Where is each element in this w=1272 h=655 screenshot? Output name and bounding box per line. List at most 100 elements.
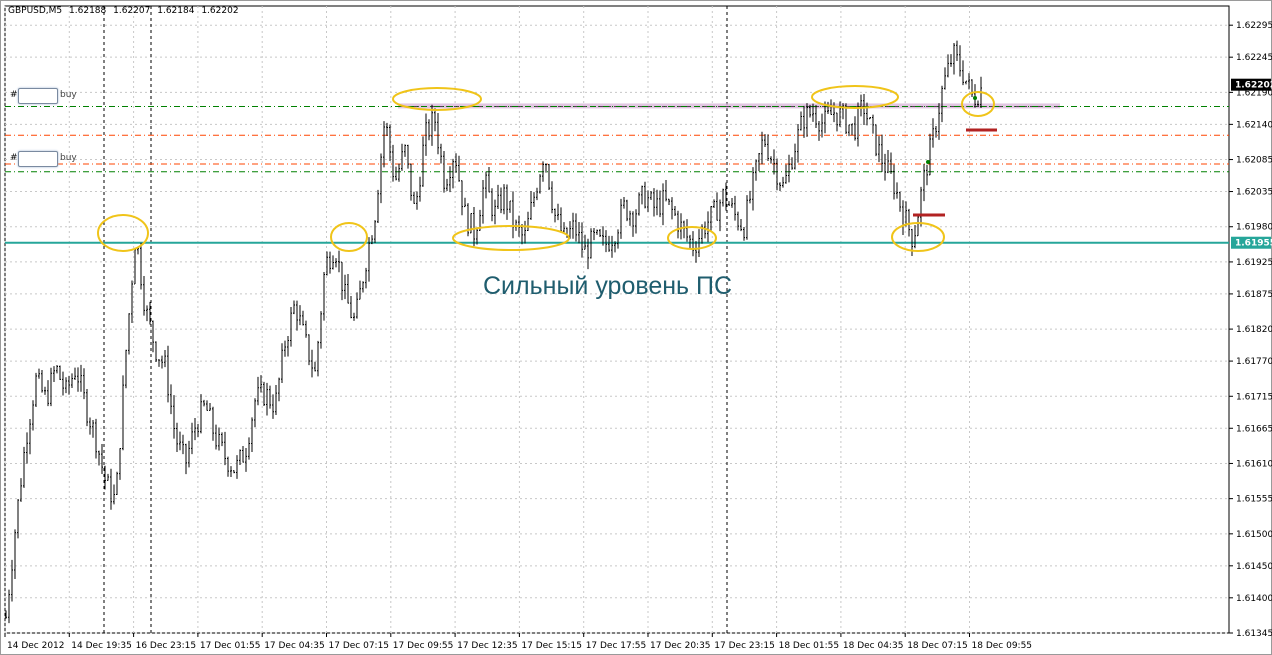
price-bar [617, 229, 619, 249]
price-bar [461, 180, 463, 216]
y-tick-label: 1.61500 [1236, 530, 1272, 540]
price-bar [392, 144, 394, 182]
entry-arrow-icon [926, 160, 930, 164]
price-bar [407, 144, 409, 169]
price-bar [644, 181, 646, 209]
price-bar [677, 210, 679, 239]
trade-box[interactable] [18, 151, 58, 167]
y-tick-label: 1.61665 [1236, 424, 1272, 434]
price-bar [437, 113, 439, 155]
price-bar [332, 255, 334, 270]
chart-title: GBPUSD,M5 1.62188 1.62207 1.62184 1.6220… [8, 6, 243, 16]
x-tick-label: 17 Dec 01:55 [200, 641, 261, 651]
price-bar [962, 60, 964, 86]
price-bar [482, 180, 484, 224]
ohlc-open: 1.62188 [69, 6, 107, 16]
price-chart[interactable]: 1.622951.622451.621901.621401.620851.620… [0, 0, 1272, 655]
price-bar [221, 432, 223, 447]
y-tick-label: 1.61875 [1236, 290, 1272, 300]
entry-arrow-icon [973, 96, 977, 100]
period-separators [103, 6, 728, 633]
price-bar [293, 300, 295, 315]
price-bar [227, 456, 229, 477]
x-tick-label: 17 Dec 09:55 [393, 641, 454, 651]
price-bar [707, 211, 709, 243]
price-bar [668, 198, 670, 206]
price-bar [365, 267, 367, 289]
price-bar [80, 364, 82, 392]
price-bar [653, 188, 655, 217]
x-tick-label: 14 Dec 2012 [7, 641, 65, 651]
price-bar [782, 176, 784, 188]
price-bar [302, 310, 304, 326]
price-bar [65, 377, 67, 394]
price-bar [956, 40, 958, 61]
trade-box[interactable] [18, 88, 58, 104]
price-bar [83, 368, 85, 400]
price-bar [350, 296, 352, 319]
price-bar [101, 444, 103, 474]
x-tick-label: 17 Dec 20:35 [650, 641, 711, 651]
price-bar [236, 455, 238, 479]
price-bar [554, 208, 556, 223]
price-bar [200, 394, 202, 434]
price-bar [347, 274, 349, 304]
price-bar [56, 364, 58, 374]
support-price-label: 1.61955 [1235, 239, 1272, 249]
price-bar [290, 307, 292, 347]
y-tick-label: 1.61345 [1236, 629, 1272, 639]
price-bar [452, 158, 454, 189]
price-bar [167, 345, 169, 403]
price-bar [473, 206, 475, 247]
trade-hash: # [10, 153, 18, 163]
price-bar [155, 341, 157, 362]
price-bar [488, 167, 490, 193]
price-bar [638, 192, 640, 216]
price-bar [179, 431, 181, 451]
price-bar [53, 366, 55, 382]
price-bar [185, 443, 187, 475]
price-bar [527, 211, 529, 231]
price-bar [245, 448, 247, 472]
price-bar [110, 468, 112, 510]
ohlc-high: 1.62207 [113, 6, 151, 16]
ohlc-close: 1.62202 [201, 6, 239, 16]
price-bar [308, 334, 310, 366]
y-tick-label: 1.61980 [1236, 223, 1272, 233]
price-bar [539, 174, 541, 194]
price-bar [890, 152, 892, 174]
price-bar [887, 150, 889, 174]
price-bar [203, 399, 205, 407]
price-bar [257, 376, 259, 406]
price-bar [776, 158, 778, 191]
price-axis: 1.622951.622451.621901.621401.620851.620… [1229, 21, 1272, 639]
x-tick-label: 17 Dec 12:35 [457, 641, 518, 651]
price-bar [146, 305, 148, 322]
x-tick-label: 17 Dec 23:15 [714, 641, 775, 651]
x-tick-label: 18 Dec 09:55 [972, 641, 1033, 651]
price-bar [545, 163, 547, 173]
price-bar [764, 134, 766, 147]
price-bar [248, 437, 250, 460]
price-bar [89, 417, 91, 435]
price-bar [212, 406, 214, 441]
price-bar [368, 237, 370, 282]
chart-highlights [97, 85, 997, 252]
price-bar [596, 229, 598, 235]
price-bar [752, 167, 754, 211]
price-bar [611, 235, 613, 258]
price-bar [728, 201, 730, 206]
current-price-label: 1.62202 [1235, 81, 1272, 91]
price-bar [557, 203, 559, 221]
price-bar [107, 473, 109, 481]
price-bar [218, 427, 220, 451]
price-bar [164, 350, 166, 368]
price-bar [275, 384, 277, 415]
price-bar [395, 166, 397, 181]
price-bar [17, 499, 19, 539]
price-bar [872, 114, 874, 134]
price-bar [524, 220, 526, 244]
price-bar [620, 198, 622, 239]
price-bar [224, 431, 226, 466]
y-tick-label: 1.61925 [1236, 258, 1272, 268]
